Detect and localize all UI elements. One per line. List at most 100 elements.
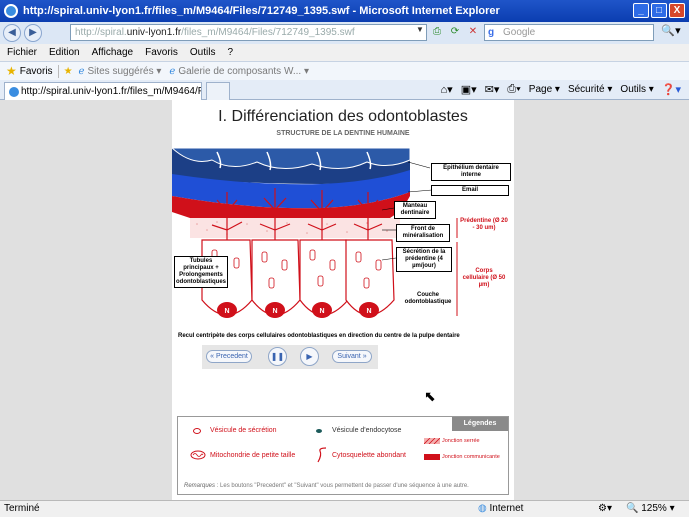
vesicle-secretion-icon: [193, 428, 201, 434]
window-title: http://spiral.univ-lyon1.fr/files_m/M946…: [23, 5, 500, 17]
address-prefix: http://spiral.: [75, 27, 127, 38]
protected-mode-icon[interactable]: ⚙▾: [598, 503, 612, 514]
address-path: /files_m/M9464/Files/712749_1395.swf: [181, 27, 355, 38]
previous-button[interactable]: « Precedent: [206, 350, 252, 363]
menu-outils[interactable]: Outils: [190, 47, 216, 58]
legend-serree: Jonction serrée: [442, 438, 480, 444]
close-button[interactable]: X: [669, 3, 685, 18]
page-content: I. Différenciation des odontoblastes STR…: [0, 100, 689, 500]
compat-view-icon[interactable]: ⎙: [430, 25, 444, 39]
new-tab-button[interactable]: [206, 82, 230, 100]
tight-junction-icon: [424, 438, 440, 444]
mouse-cursor-icon: ⬉: [424, 388, 436, 404]
legend-remark: Remarques : Les boutons "Precedent" et "…: [184, 483, 469, 489]
forward-button[interactable]: ▶: [24, 24, 42, 42]
svg-text:N: N: [224, 308, 229, 315]
mail-icon[interactable]: ✉▾: [485, 83, 500, 96]
flash-slide: I. Différenciation des odontoblastes STR…: [172, 100, 514, 500]
address-toolbar: ◀ ▶ http://spiral.univ-lyon1.fr/files_m/…: [0, 22, 689, 44]
label-tubules: Tubules principaux + Prolongements odont…: [174, 256, 228, 288]
menu-affichage[interactable]: Affichage: [92, 47, 134, 58]
favorites-button[interactable]: Favoris: [20, 66, 53, 77]
next-button[interactable]: Suivant »: [332, 350, 372, 363]
label-predentine: Prédentine (Ø 20 - 30 um): [460, 218, 508, 231]
svg-text:N: N: [366, 308, 371, 315]
label-manteau: Manteau dentinaire: [394, 201, 436, 219]
mitochondria-icon: [190, 450, 206, 460]
maximize-button[interactable]: □: [651, 3, 667, 18]
ie-logo-icon: [4, 4, 18, 18]
window-title-bar: http://spiral.univ-lyon1.fr/files_m/M946…: [0, 0, 689, 22]
menu-bar: Fichier Edition Affichage Favoris Outils…: [0, 44, 689, 61]
legend-mito: Mitochondrie de petite taille: [210, 452, 296, 459]
status-bar: Terminé ◍ Internet ⚙▾ 🔍 125% ▾: [0, 500, 689, 517]
remark-label: Remarques: [184, 483, 216, 489]
status-text: Terminé: [4, 503, 40, 514]
suggested-sites-link[interactable]: Sites suggérés ▾: [87, 66, 161, 77]
play-button[interactable]: ▶: [300, 347, 319, 366]
legend-endocytose: Vésicule d'endocytose: [332, 427, 402, 434]
zoom-icon: 🔍: [626, 503, 639, 514]
slide-caption: Recul centripète des corps cellulaires o…: [178, 333, 460, 339]
label-corps: Corps cellulaire (Ø 50 µm): [462, 268, 506, 288]
zoom-level[interactable]: 🔍 125% ▾: [626, 503, 675, 514]
tab-label: http://spiral.univ-lyon1.fr/files_m/M946…: [21, 86, 201, 97]
back-button[interactable]: ◀: [3, 24, 21, 42]
command-bar: ⌂▾ ▣▾ ✉▾ ⎙▾ Page ▾ Sécurité ▾ Outils ▾ ❓…: [441, 83, 681, 96]
cytoskeleton-icon: [317, 447, 327, 463]
help-icon[interactable]: ❓▾: [662, 83, 681, 96]
legend-panel: Légendes Vésicule de sécrétion Vésicule …: [177, 416, 509, 495]
security-menu[interactable]: Sécurité ▾: [568, 84, 612, 95]
refresh-icon[interactable]: ⟳: [448, 25, 462, 39]
gap-junction-icon: [424, 454, 440, 460]
menu-fichier[interactable]: Fichier: [7, 47, 37, 58]
label-epithelium: Épithélium dentaire interne: [431, 163, 511, 181]
feeds-icon[interactable]: ▣▾: [461, 83, 477, 96]
legend-comm: Jonction communicante: [442, 454, 500, 460]
address-domain: univ-lyon1.fr: [126, 27, 182, 38]
slide-controls: « Precedent ❚❚ ▶ Suivant »: [202, 345, 378, 369]
google-icon: g: [488, 27, 495, 38]
search-placeholder: Google: [503, 27, 536, 38]
page-menu[interactable]: Page ▾: [529, 84, 560, 95]
globe-icon: ◍: [478, 503, 487, 514]
svg-text:N: N: [319, 308, 324, 315]
internet-zone: ◍ Internet: [478, 503, 523, 514]
separator: [57, 64, 59, 78]
label-front: Front de minéralisation: [396, 224, 450, 242]
search-input[interactable]: g Google: [484, 24, 654, 41]
epithelium-cells: [172, 147, 411, 184]
suggested-sites-icon: ℯ: [78, 65, 85, 77]
address-input[interactable]: http://spiral.univ-lyon1.fr/files_m/M946…: [70, 24, 427, 41]
tools-menu[interactable]: Outils ▾: [620, 84, 653, 95]
zoom-value: 125%: [641, 503, 667, 514]
favorites-bar: ★ Favoris ★ ℯ Sites suggérés ▾ ℯ Galerie…: [0, 61, 689, 80]
stop-icon[interactable]: ✕: [466, 25, 480, 39]
svg-text:N: N: [272, 308, 277, 315]
legend-cyto: Cytosquelette abondant: [332, 452, 406, 459]
label-email: Email: [431, 185, 509, 196]
web-slice-gallery-link[interactable]: Galerie de composants W... ▾: [178, 66, 309, 77]
nucleus-letters: NNNN: [224, 308, 371, 315]
menu-favoris[interactable]: Favoris: [145, 47, 178, 58]
print-icon[interactable]: ⎙▾: [507, 83, 520, 96]
web-slice-icon: ℯ: [169, 65, 176, 77]
remark-text: : Les boutons "Precedent" et "Suivant" v…: [216, 483, 469, 489]
tab-favicon-icon: [9, 87, 19, 97]
search-button[interactable]: 🔍▾: [658, 24, 684, 41]
add-favorite-icon[interactable]: ★: [64, 66, 73, 77]
pause-button[interactable]: ❚❚: [268, 347, 287, 366]
legend-secretion: Vésicule de sécrétion: [210, 427, 277, 434]
address-dropdown-icon[interactable]: ▼: [414, 25, 426, 40]
zone-label: Internet: [489, 503, 524, 514]
home-icon[interactable]: ⌂▾: [441, 83, 453, 96]
menu-help[interactable]: ?: [227, 47, 233, 58]
label-couche: Couche odontoblastique: [404, 292, 452, 305]
vesicle-endocytose-icon: [316, 429, 322, 433]
minimize-button[interactable]: _: [633, 3, 649, 18]
tab-active[interactable]: http://spiral.univ-lyon1.fr/files_m/M946…: [4, 82, 202, 100]
menu-edition[interactable]: Edition: [49, 47, 80, 58]
favorites-star-icon[interactable]: ★: [6, 64, 17, 78]
label-secretion: Sécrétion de la prédentine (4 µm/jour): [396, 247, 452, 272]
legend-title: Légendes: [452, 417, 508, 431]
